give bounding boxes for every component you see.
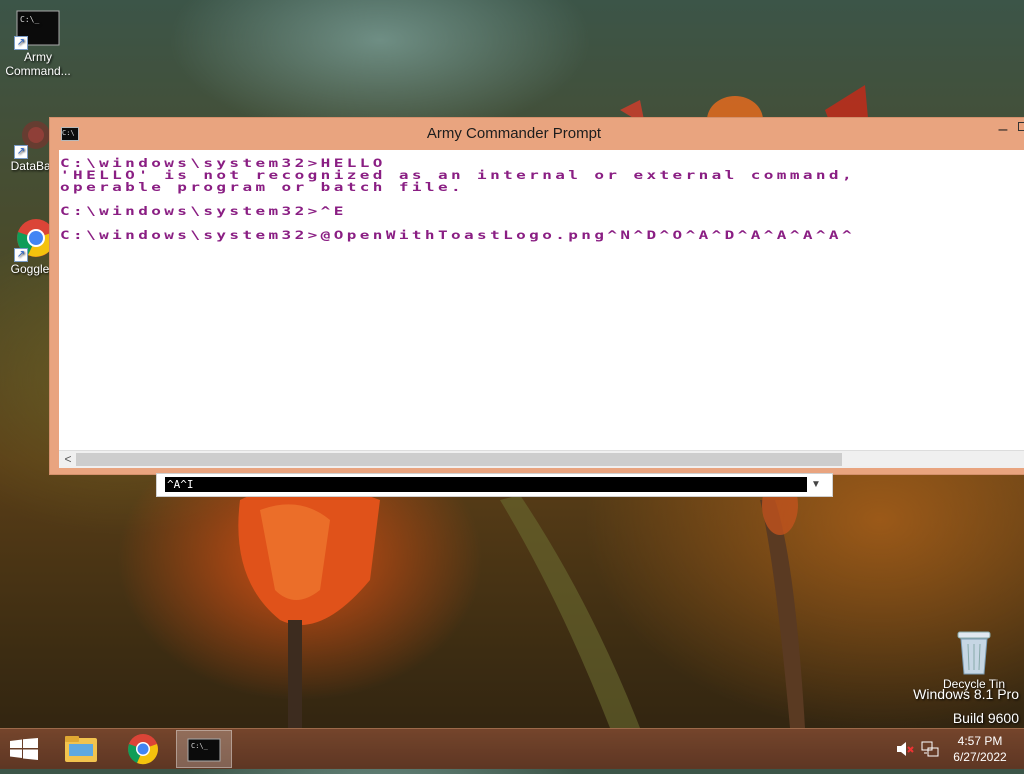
console-taskbar-button[interactable]: C:\_ (176, 730, 232, 768)
chrome-icon (128, 734, 158, 765)
input-field[interactable]: ^A^I (165, 477, 807, 492)
file-explorer-button[interactable] (53, 730, 109, 768)
chevron-down-icon[interactable]: ▼ (809, 477, 823, 492)
console-line: C:\windows\system32>@OpenWithToastLogo.p… (60, 228, 856, 242)
scroll-left-button[interactable]: < (61, 451, 75, 468)
taskbar-clock[interactable]: 4:57 PM 6/27/2022 (944, 733, 1016, 765)
recycle-bin-icon (954, 630, 994, 676)
window-title: Army Commander Prompt (426, 125, 602, 142)
clock-date: 6/27/2022 (953, 750, 1007, 764)
os-build-watermark: Build 9600 (952, 710, 1019, 726)
input-strip[interactable]: ^A^I ▼ (156, 473, 833, 497)
title-bar[interactable]: C:\ Army Commander Prompt – (50, 118, 1024, 150)
desktop-icon-recycle-bin[interactable]: Decycle Tin (936, 630, 1012, 694)
shortcut-arrow-icon: ↗ (14, 36, 28, 50)
os-edition-watermark: Windows 8.1 Pro (913, 686, 1019, 702)
console-icon: C:\_ (187, 738, 221, 762)
console-window[interactable]: C:\ Army Commander Prompt – C:\windows\s… (49, 117, 1024, 475)
shortcut-arrow-icon: ↗ (14, 145, 28, 159)
taskbar: C:\_ 4:57 PM 6/27/2022 (0, 728, 1024, 769)
console-icon: C:\_ ↗ (14, 10, 60, 50)
maximize-button[interactable] (1018, 122, 1024, 131)
svg-text:C:\_: C:\_ (20, 15, 39, 24)
shortcut-arrow-icon: ↗ (14, 248, 28, 262)
desktop-icon-label: Army Command... (5, 50, 71, 78)
volume-muted-icon[interactable] (896, 741, 914, 762)
scrollbar-thumb[interactable] (76, 453, 842, 466)
chrome-taskbar-button[interactable] (115, 730, 171, 768)
console-line: C:\windows\system32>^E (60, 204, 347, 218)
console-output[interactable]: C:\windows\system32>HELLO 'HELLO' is not… (59, 150, 1024, 450)
desktop-icon-army-commander[interactable]: C:\_ ↗ Army Command... (0, 10, 76, 78)
minimize-button[interactable]: – (993, 120, 1013, 140)
console-line: operable program or batch file. (60, 180, 465, 194)
clock-time: 4:57 PM (957, 734, 1003, 748)
folder-icon (65, 736, 97, 762)
svg-text:C:\_: C:\_ (191, 742, 209, 750)
windows-logo-icon (10, 738, 38, 760)
start-button[interactable] (10, 738, 38, 760)
horizontal-scrollbar[interactable]: < (59, 450, 1024, 468)
network-icon[interactable] (921, 740, 939, 763)
